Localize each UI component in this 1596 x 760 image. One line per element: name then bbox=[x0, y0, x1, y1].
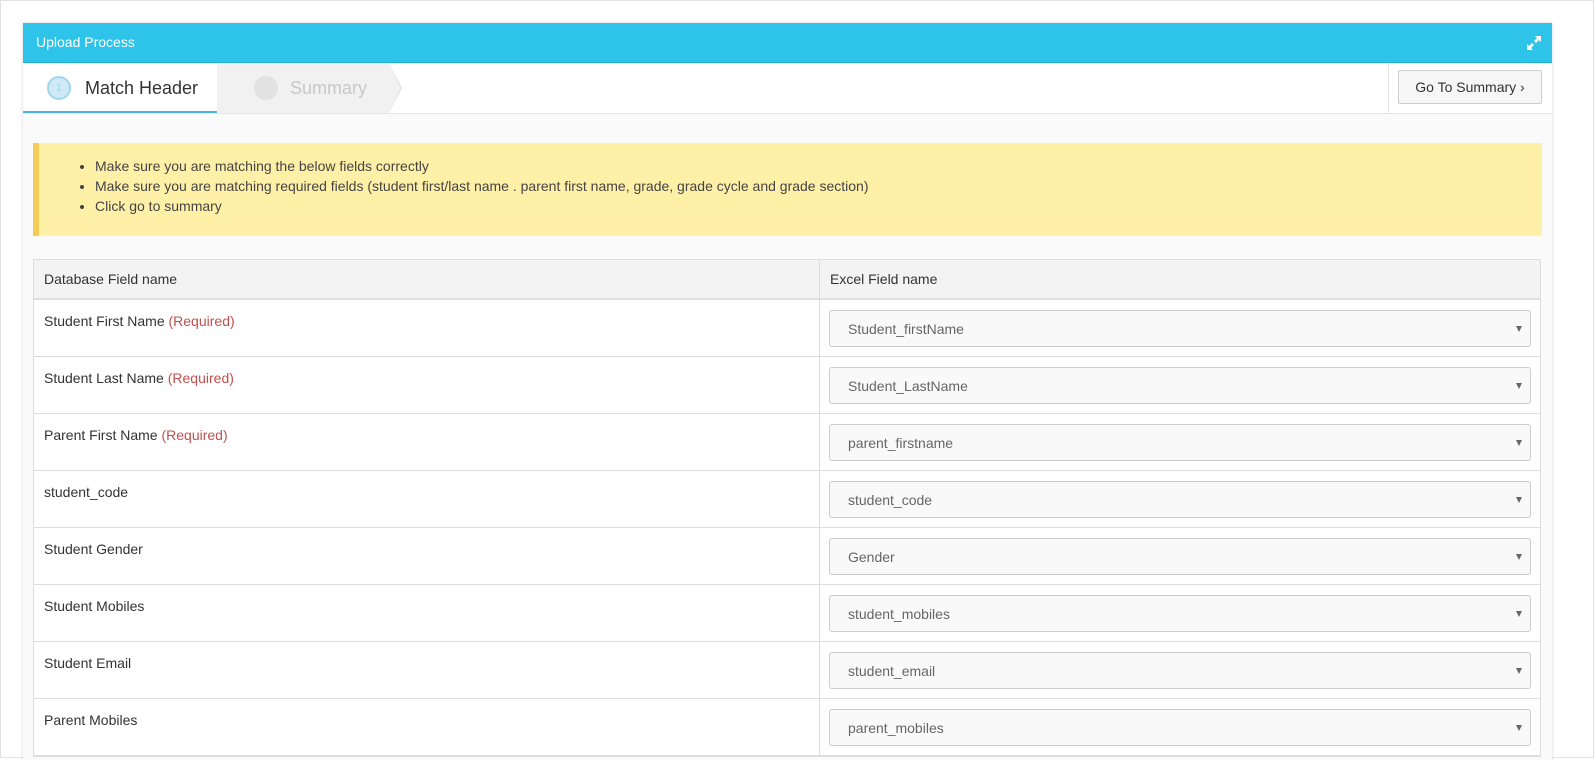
excel-field-select[interactable]: parent_firstname bbox=[829, 424, 1531, 461]
instruction-item: Make sure you are matching required fiel… bbox=[95, 176, 869, 196]
step-number-badge: 2 bbox=[254, 76, 278, 100]
select-value: Student_firstName bbox=[848, 321, 964, 337]
panel-heading: Upload Process bbox=[23, 23, 1552, 63]
select-value: parent_mobiles bbox=[848, 720, 944, 736]
excel-field-cell: parent_firstname bbox=[820, 414, 1540, 470]
field-name: student_code bbox=[44, 484, 129, 500]
excel-field-select[interactable]: parent_mobiles bbox=[829, 709, 1531, 746]
select-value: student_email bbox=[848, 663, 936, 679]
excel-field-select[interactable]: Student_firstName bbox=[829, 310, 1531, 347]
table-row: Student Gender Gender bbox=[34, 528, 1540, 585]
select-value: student_code bbox=[848, 492, 933, 508]
excel-field-cell: Student_firstName bbox=[820, 300, 1540, 356]
instructions-list: Make sure you are matching the below fie… bbox=[39, 156, 869, 216]
table-row: Parent Mobiles parent_mobiles bbox=[34, 699, 1540, 756]
table-row: student_code student_code bbox=[34, 471, 1540, 528]
field-mapping-table: Database Field name Excel Field name Stu… bbox=[33, 259, 1541, 757]
column-header-excel-field: Excel Field name bbox=[830, 271, 938, 287]
excel-field-select[interactable]: student_mobiles bbox=[829, 595, 1531, 632]
panel-title: Upload Process bbox=[36, 34, 135, 50]
field-name: Parent First Name bbox=[44, 427, 158, 443]
field-name: Student Last Name bbox=[44, 370, 164, 386]
excel-field-cell: Gender bbox=[820, 528, 1540, 584]
excel-field-select[interactable]: Student_LastName bbox=[829, 367, 1531, 404]
required-label: (Required) bbox=[168, 313, 235, 329]
instruction-item: Make sure you are matching the below fie… bbox=[95, 156, 869, 176]
excel-field-cell: student_code bbox=[820, 471, 1540, 527]
excel-field-cell: student_mobiles bbox=[820, 585, 1540, 641]
upload-process-panel: Upload Process 1 Match Header 2 Summary … bbox=[23, 23, 1552, 760]
caret-down-icon bbox=[1516, 497, 1522, 503]
database-field-cell: Student Mobiles bbox=[34, 585, 820, 641]
database-field-cell: Student First Name (Required) bbox=[34, 300, 820, 356]
table-row: Student Last Name (Required) Student_Las… bbox=[34, 357, 1540, 414]
step-label: Summary bbox=[290, 78, 368, 98]
field-name: Student First Name bbox=[44, 313, 165, 329]
wizard-actions: Go To Summary › bbox=[1388, 63, 1552, 113]
caret-down-icon bbox=[1516, 554, 1522, 560]
step-label: Match Header bbox=[85, 78, 199, 98]
instruction-item: Click go to summary bbox=[95, 196, 869, 216]
excel-field-cell: student_email bbox=[820, 642, 1540, 698]
database-field-cell: Student Email bbox=[34, 642, 820, 698]
expand-arrows-icon[interactable] bbox=[1526, 35, 1542, 51]
excel-field-cell: parent_mobiles bbox=[820, 699, 1540, 755]
table-row: Student Email student_email bbox=[34, 642, 1540, 699]
database-field-cell: student_code bbox=[34, 471, 820, 527]
table-header: Database Field name Excel Field name bbox=[34, 260, 1540, 300]
field-name: Parent Mobiles bbox=[44, 712, 138, 728]
select-value: Student_LastName bbox=[848, 378, 968, 394]
step-number-badge: 1 bbox=[47, 76, 71, 100]
field-name: Student Gender bbox=[44, 541, 143, 557]
select-value: Gender bbox=[848, 549, 895, 565]
table-row: Student Mobiles student_mobiles bbox=[34, 585, 1540, 642]
select-value: student_mobiles bbox=[848, 606, 950, 622]
field-name: Student Mobiles bbox=[44, 598, 145, 614]
wizard-step-summary[interactable]: 2 Summary bbox=[217, 63, 389, 113]
excel-field-select[interactable]: Gender bbox=[829, 538, 1531, 575]
excel-field-select[interactable]: student_email bbox=[829, 652, 1531, 689]
field-name: Student Email bbox=[44, 655, 132, 671]
go-to-summary-button[interactable]: Go To Summary › bbox=[1398, 70, 1542, 104]
excel-field-cell: Student_LastName bbox=[820, 357, 1540, 413]
caret-down-icon bbox=[1516, 326, 1522, 332]
table-row: Student First Name (Required) Student_fi… bbox=[34, 300, 1540, 357]
wizard-steps: 1 Match Header 2 Summary Go To Summary › bbox=[23, 63, 1552, 114]
instructions-alert: Make sure you are matching the below fie… bbox=[33, 143, 1542, 236]
caret-down-icon bbox=[1516, 611, 1522, 617]
caret-down-icon bbox=[1516, 725, 1522, 731]
step-arrow bbox=[389, 63, 401, 113]
database-field-cell: Parent First Name (Required) bbox=[34, 414, 820, 470]
caret-down-icon bbox=[1516, 440, 1522, 446]
wizard-step-match-header[interactable]: 1 Match Header bbox=[23, 63, 217, 113]
database-field-cell: Student Last Name (Required) bbox=[34, 357, 820, 413]
excel-field-select[interactable]: student_code bbox=[829, 481, 1531, 518]
required-label: (Required) bbox=[167, 370, 234, 386]
caret-down-icon bbox=[1516, 383, 1522, 389]
column-header-database-field: Database Field name bbox=[34, 260, 820, 298]
required-label: (Required) bbox=[161, 427, 228, 443]
database-field-cell: Student Gender bbox=[34, 528, 820, 584]
select-value: parent_firstname bbox=[848, 435, 954, 451]
table-row: Parent First Name (Required) parent_firs… bbox=[34, 414, 1540, 471]
caret-down-icon bbox=[1516, 668, 1522, 674]
database-field-cell: Parent Mobiles bbox=[34, 699, 820, 755]
